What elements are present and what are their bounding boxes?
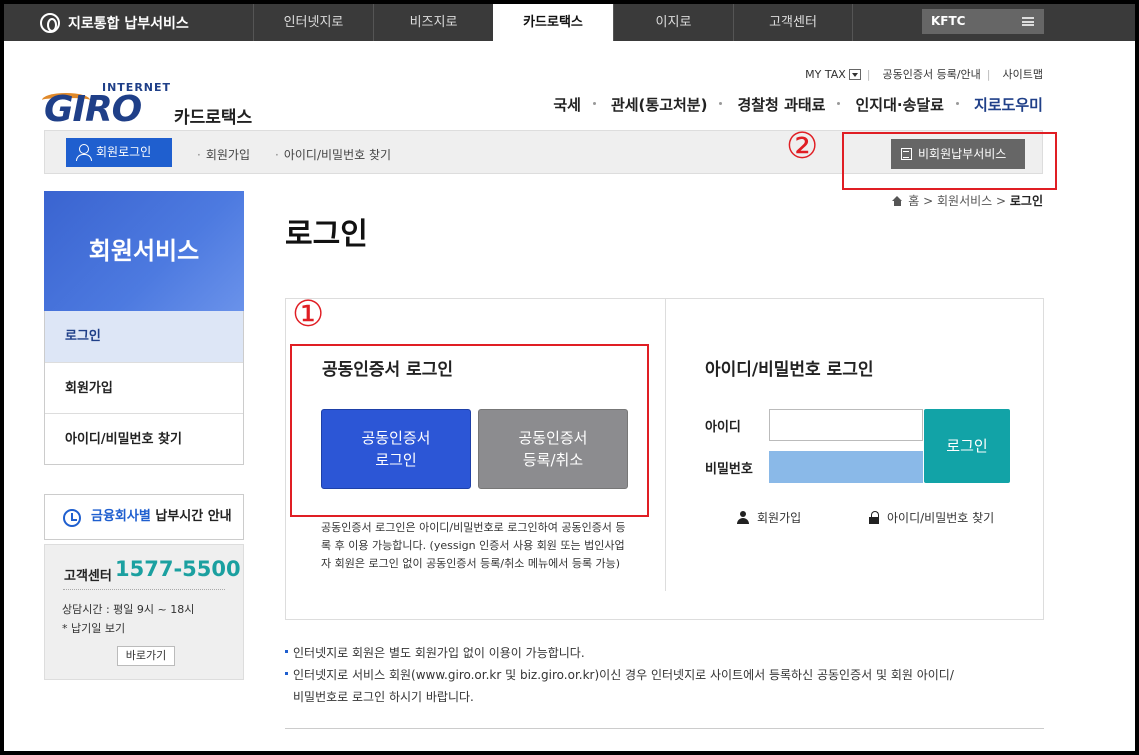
dropdown-icon bbox=[848, 69, 861, 80]
payment-time-guide[interactable]: 금융회사별 납부시간 안내 bbox=[44, 494, 244, 540]
nonmember-payment-button[interactable]: 비회원납부서비스 bbox=[891, 139, 1025, 169]
sidebar-item-find[interactable]: 아이디/비밀번호 찾기 bbox=[45, 413, 243, 464]
clock-icon bbox=[63, 509, 81, 527]
tab-biz-giro[interactable]: 비즈지로 bbox=[373, 4, 493, 41]
separator: | bbox=[986, 67, 991, 81]
home-icon bbox=[892, 195, 903, 206]
cert-login-note: 공동인증서 로그인은 아이디/비밀번호로 로그인하여 공동인증서 등록 후 이용… bbox=[321, 521, 626, 570]
browser-viewport: 지로통합 납부서비스 인터넷지로 비즈지로 카드로택스 이지로 고객센터 KFT… bbox=[4, 4, 1135, 751]
cert-login-title: 공동인증서 로그인 bbox=[322, 360, 454, 380]
customer-center-box: 고객센터 1577-5500 상담시간 : 평일 9시 ~ 18시 * 납기일 … bbox=[44, 544, 244, 680]
main-nav: 국세 관세(통고처분) 경찰청 과태료 인지대·송달료 지로도우미 bbox=[553, 94, 1043, 115]
tab-customer-center[interactable]: 고객센터 bbox=[733, 4, 853, 41]
cs-phone: 1577-5500 bbox=[115, 557, 241, 581]
nav-stamp-fee[interactable]: 인지대·송달료 bbox=[837, 94, 944, 115]
breadcrumb-sep: > bbox=[992, 193, 1010, 208]
top-bar: 지로통합 납부서비스 인터넷지로 비즈지로 카드로택스 이지로 고객센터 KFT… bbox=[4, 4, 1135, 41]
bottom-divider bbox=[285, 728, 1044, 729]
separator: | bbox=[866, 67, 871, 81]
member-login-button[interactable]: 회원로그인 bbox=[66, 138, 172, 167]
logo-giro-text: GIRO bbox=[44, 89, 142, 130]
mytax-link[interactable]: MY TAX bbox=[799, 68, 861, 81]
id-login-button[interactable]: 로그인 bbox=[924, 409, 1010, 483]
notice-item-cont: 비밀번호로 로그인 하시기 바랍니다. bbox=[293, 690, 474, 704]
page-title: 로그인 bbox=[285, 217, 368, 252]
hamburger-icon bbox=[1022, 17, 1034, 26]
kftc-menu-button[interactable]: KFTC bbox=[922, 9, 1044, 34]
id-label: 아이디 bbox=[705, 420, 741, 435]
nonmember-label: 비회원납부서비스 bbox=[918, 147, 1007, 161]
mytax-label: MY TAX bbox=[805, 67, 846, 81]
document-icon bbox=[901, 148, 912, 160]
nav-stamp-fee-label: 인지대·송달료 bbox=[855, 96, 944, 114]
signup-link[interactable]: 회원가입 bbox=[197, 146, 250, 163]
signup-link-bottom[interactable]: 회원가입 bbox=[737, 509, 801, 526]
giro-brand-link[interactable]: 지로통합 납부서비스 bbox=[40, 4, 189, 41]
nav-dot bbox=[955, 102, 959, 105]
kftc-label: KFTC bbox=[931, 14, 966, 28]
logo-sub-text: 카드로택스 bbox=[174, 108, 253, 128]
annotation-number-2: ② bbox=[786, 126, 819, 167]
sidebar-title: 회원서비스 bbox=[44, 191, 244, 311]
person-icon bbox=[76, 144, 92, 161]
password-label: 비밀번호 bbox=[705, 462, 753, 477]
annotation-box-2: 비회원납부서비스 bbox=[842, 132, 1057, 190]
find-link-bottom[interactable]: 아이디/비밀번호 찾기 bbox=[869, 509, 994, 526]
cs-due-date: * 납기일 보기 bbox=[62, 622, 126, 635]
member-login-label: 회원로그인 bbox=[96, 145, 152, 159]
signup-link-label: 회원가입 bbox=[757, 511, 802, 525]
divider bbox=[63, 589, 225, 590]
user-icon bbox=[737, 511, 749, 524]
notice-item: 인터넷지로 회원은 별도 회원가입 없이 이용이 가능합니다. bbox=[285, 642, 954, 664]
giro-logo[interactable]: INTERNET GIRO 카드로택스 bbox=[42, 79, 284, 130]
cs-hours: 상담시간 : 평일 9시 ~ 18시 bbox=[62, 603, 195, 616]
sitemap-link[interactable]: 사이트맵 bbox=[1003, 66, 1043, 82]
cs-go-button[interactable]: 바로가기 bbox=[117, 646, 175, 666]
cert-guide-link[interactable]: 공동인증서 등록/안내 bbox=[883, 66, 981, 82]
cs-label: 고객센터 bbox=[64, 569, 112, 584]
time-guide-highlight: 금융회사별 bbox=[91, 509, 151, 524]
breadcrumb: 홈 > 회원서비스 > 로그인 bbox=[892, 192, 1043, 209]
id-input[interactable] bbox=[769, 409, 923, 441]
password-input[interactable] bbox=[769, 451, 923, 483]
lock-icon bbox=[869, 511, 879, 524]
notice-item: 인터넷지로 서비스 회원(www.giro.or.kr 및 biz.giro.o… bbox=[285, 664, 954, 686]
nav-customs-label: 관세(통고처분) bbox=[610, 96, 708, 114]
annotation-number-1: ① bbox=[292, 294, 325, 335]
brand-label: 지로통합 납부서비스 bbox=[68, 15, 189, 32]
breadcrumb-current: 로그인 bbox=[1009, 194, 1043, 208]
breadcrumb-home[interactable]: 홈 bbox=[908, 192, 919, 209]
login-panel: 공동인증서 로그인 공동인증서 로그인 공동인증서 등록/취소 공동인증서 로그… bbox=[285, 298, 1044, 620]
utility-links: MY TAX | 공동인증서 등록/안내 | 사이트맵 bbox=[793, 66, 1043, 82]
member-strip: 회원로그인 회원가입 아이디/비밀번호 찾기 비회원납부서비스 bbox=[44, 130, 1057, 190]
sidebar-item-login[interactable]: 로그인 bbox=[45, 311, 243, 362]
time-guide-label: 납부시간 안내 bbox=[150, 509, 232, 524]
nav-giro-helper[interactable]: 지로도우미 bbox=[955, 94, 1043, 115]
breadcrumb-service[interactable]: 회원서비스 bbox=[937, 192, 992, 209]
top-nav: 인터넷지로 비즈지로 카드로택스 이지로 고객센터 bbox=[253, 4, 853, 41]
nav-dot bbox=[592, 102, 596, 105]
nav-police-fine[interactable]: 경찰청 과태료 bbox=[719, 94, 826, 115]
id-login-title: 아이디/비밀번호 로그인 bbox=[705, 360, 874, 380]
breadcrumb-sep: > bbox=[919, 193, 937, 208]
nav-dot bbox=[837, 102, 841, 105]
tab-internet-giro[interactable]: 인터넷지로 bbox=[253, 4, 373, 41]
nav-police-fine-label: 경찰청 과태료 bbox=[737, 96, 826, 114]
notice-list: 인터넷지로 회원은 별도 회원가입 없이 이용이 가능합니다. 인터넷지로 서비… bbox=[285, 642, 954, 708]
panel-divider bbox=[665, 299, 666, 591]
cert-login-button[interactable]: 공동인증서 로그인 bbox=[321, 409, 471, 489]
tab-egiro[interactable]: 이지로 bbox=[613, 4, 733, 41]
find-account-link[interactable]: 아이디/비밀번호 찾기 bbox=[275, 146, 391, 163]
nav-national-tax[interactable]: 국세 bbox=[553, 94, 581, 115]
tab-cardrotax[interactable]: 카드로택스 bbox=[493, 4, 613, 41]
nav-dot bbox=[719, 102, 723, 105]
cert-register-button[interactable]: 공동인증서 등록/취소 bbox=[478, 409, 628, 489]
nav-giro-helper-label: 지로도우미 bbox=[973, 96, 1043, 114]
sidebar-menu: 로그인 회원가입 아이디/비밀번호 찾기 bbox=[44, 311, 244, 465]
nav-customs[interactable]: 관세(통고처분) bbox=[592, 94, 708, 115]
giro-logo-icon bbox=[40, 12, 60, 33]
sidebar-item-signup[interactable]: 회원가입 bbox=[45, 362, 243, 413]
find-link-label: 아이디/비밀번호 찾기 bbox=[887, 511, 995, 525]
